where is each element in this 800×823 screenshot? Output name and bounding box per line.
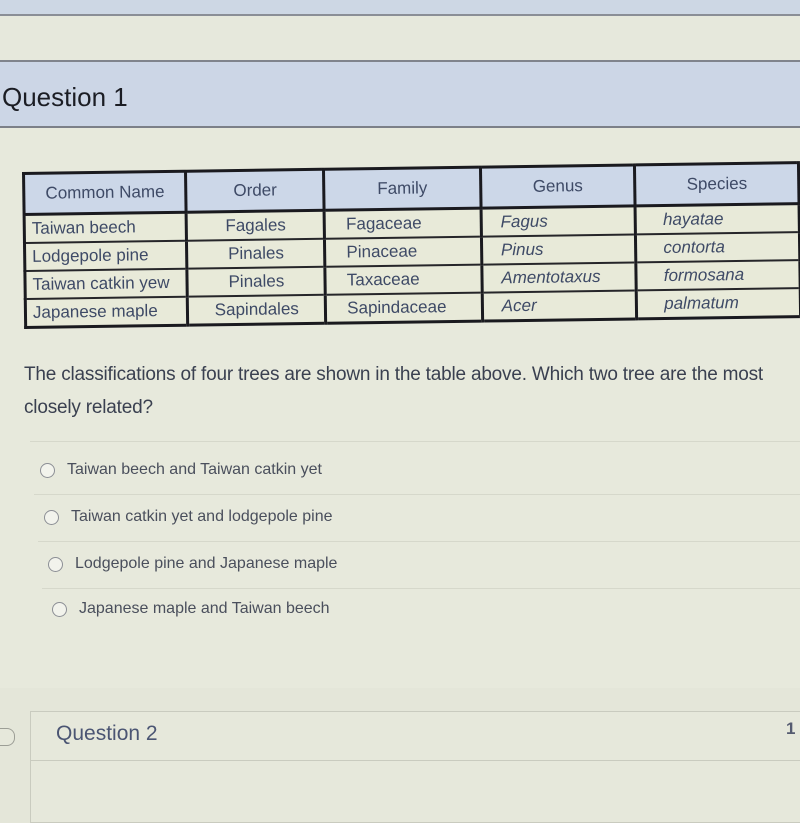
radio-button[interactable] (52, 601, 67, 617)
cell-genus: Pinus (481, 234, 637, 265)
cell-species: formosana (636, 260, 800, 291)
answer-option-label: Lodgepole pine and Japanese maple (75, 555, 338, 572)
cell-order: Pinales (186, 238, 326, 269)
answer-option-2[interactable]: Taiwan catkin yet and lodgepole pine (44, 508, 333, 526)
question-2-title: Question 2 (56, 722, 158, 745)
cell-species: hayatae (635, 203, 800, 235)
question-2-points: 1 (786, 719, 796, 738)
cell-family: Taxaceae (325, 264, 483, 295)
cell-genus: Fagus (480, 205, 636, 237)
cell-family: Sapindaceae (325, 292, 483, 324)
cell-family: Pinaceae (324, 236, 482, 267)
cell-common-name: Taiwan catkin yew (24, 268, 188, 299)
header-family: Family (323, 167, 481, 211)
cell-common-name: Lodgepole pine (24, 240, 188, 271)
cell-common-name: Taiwan beech (24, 212, 187, 243)
cell-genus: Acer (482, 290, 637, 322)
radio-button[interactable] (48, 556, 63, 572)
cell-genus: Amentotaxus (481, 262, 637, 293)
header-species: Species (634, 162, 800, 206)
answer-option-3[interactable]: Lodgepole pine and Japanese maple (48, 555, 337, 573)
radio-button[interactable] (44, 509, 59, 525)
cell-order: Pinales (187, 266, 326, 297)
answer-option-label: Taiwan beech and Taiwan catkin yet (67, 461, 322, 478)
header-order: Order (185, 169, 325, 213)
cell-family: Fagaceae (324, 208, 482, 239)
top-strip (0, 16, 800, 62)
question-prompt: The classifications of four trees are sh… (24, 364, 764, 418)
cell-common-name: Japanese maple (25, 296, 189, 328)
cell-species: palmatum (636, 288, 800, 319)
question-1-title: Question 1 (2, 82, 128, 112)
divider (38, 541, 800, 542)
answer-option-label: Japanese maple and Taiwan beech (79, 600, 330, 617)
answer-option-label: Taiwan catkin yet and lodgepole pine (71, 508, 333, 525)
divider (30, 760, 800, 761)
answer-option-4[interactable]: Japanese maple and Taiwan beech (52, 600, 330, 618)
radio-button[interactable] (40, 462, 55, 478)
divider (34, 494, 800, 495)
cell-order: Fagales (186, 210, 325, 241)
answer-option-1[interactable]: Taiwan beech and Taiwan catkin yet (40, 461, 322, 479)
header-genus: Genus (480, 164, 636, 209)
cell-species: contorta (635, 232, 800, 263)
divider (30, 441, 800, 442)
cell-order: Sapindales (187, 294, 326, 326)
flag-question-icon[interactable] (0, 728, 15, 746)
header-common-name: Common Name (23, 171, 187, 215)
classification-table: Common Name Order Family Genus Species T… (22, 161, 800, 329)
divider (42, 588, 800, 589)
browser-top-bar (0, 0, 800, 16)
